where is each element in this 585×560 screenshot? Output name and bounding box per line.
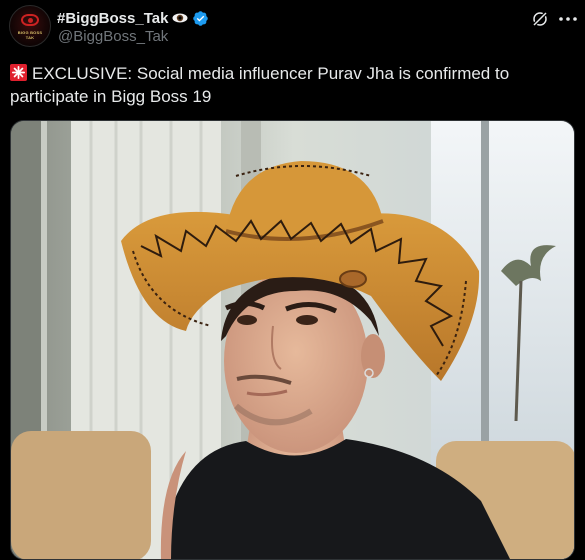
tweet-photo[interactable] (10, 120, 575, 560)
account-handle[interactable]: @BiggBoss_Tak (58, 28, 168, 45)
tweet-card[interactable]: BIGG BOSS TAK #BiggBoss_Tak @BiggBoss_Ta… (0, 0, 585, 560)
tweet-text: EXCLUSIVE: Social media influencer Purav… (10, 62, 570, 108)
police-siren-icon (10, 64, 27, 81)
display-name[interactable]: #BiggBoss_Tak (57, 10, 168, 27)
avatar-eye-logo (21, 14, 39, 26)
eye-emoji-icon (172, 13, 188, 23)
name-row: #BiggBoss_Tak (57, 8, 209, 28)
photo-man-in-cowboy-hat (11, 121, 574, 559)
avatar-logo-text: BIGG BOSS TAK (17, 30, 43, 40)
avatar[interactable]: BIGG BOSS TAK (9, 5, 51, 47)
grok-icon[interactable] (531, 10, 549, 28)
more-options-icon[interactable] (558, 12, 578, 26)
tweet-text-body: EXCLUSIVE: Social media influencer Purav… (10, 64, 510, 106)
verified-badge-icon[interactable] (192, 10, 209, 27)
